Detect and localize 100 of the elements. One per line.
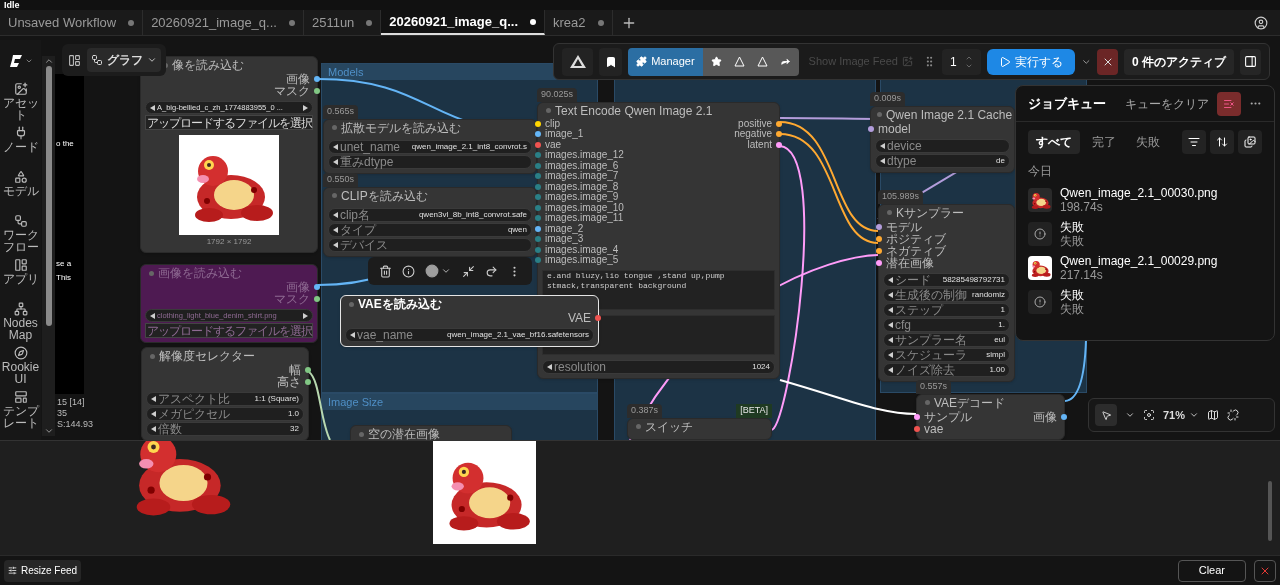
node-widget[interactable]: タイプ qwen: [328, 222, 532, 237]
job-item[interactable]: 失敗 失敗: [1028, 220, 1262, 248]
node-title: VAEデコード: [934, 396, 1006, 409]
clear-button[interactable]: Clear: [1177, 559, 1246, 582]
node-widget[interactable]: スケジューラ simpl: [883, 347, 1010, 362]
upload-button[interactable]: アップロードするファイルを選択: [145, 115, 313, 130]
port-label: 画像: [286, 281, 310, 293]
port-label: images.image_4: [545, 244, 619, 255]
workflow-tab[interactable]: 20260921_image_q...: [381, 10, 545, 35]
node-title: Kサンプラー: [896, 206, 964, 219]
port-label: ポジティブ: [886, 232, 946, 245]
node-widget[interactable]: デバイス: [328, 237, 532, 252]
job-name: 失敗: [1060, 220, 1084, 234]
port-label: images.image_6: [545, 160, 619, 171]
filter-tab[interactable]: 失敗: [1128, 130, 1168, 154]
port-label: vae: [924, 422, 944, 435]
section-label: 今日: [1027, 163, 1053, 180]
port-label: 潜在画像: [886, 256, 934, 269]
manager-button[interactable]: Manager: [628, 47, 703, 76]
port-label: 高さ: [277, 376, 301, 388]
job-item[interactable]: Qwen_image_2.1_00030.png 198.74s: [1028, 186, 1262, 214]
node-widget[interactable]: resolution 1024: [542, 359, 775, 374]
workflow-tab[interactable]: Unsaved Workflow: [0, 10, 144, 35]
node-title: 像を読み込む: [172, 59, 244, 71]
active-jobs-button[interactable]: 0 件のアクティブ: [1124, 48, 1235, 75]
group-title: Image Size: [322, 394, 597, 410]
port-label: サンプル: [924, 410, 972, 423]
zoom-dropdown[interactable]: 71%: [1163, 406, 1200, 424]
node-widget[interactable]: clip名 qwen3vl_8b_int8_convrot.safe: [328, 207, 532, 222]
node-widget[interactable]: dtype de: [875, 153, 1010, 168]
port-label: images.image_11: [545, 213, 624, 224]
node-title: VAEを読み込む: [358, 298, 442, 310]
sidebar-item[interactable]: NodesMap: [0, 302, 41, 346]
node-widget[interactable]: サンプラー名 eul: [883, 332, 1010, 347]
job-item[interactable]: Qwen_image_2.1_00029.png 217.14s: [1028, 254, 1262, 282]
filter-tab[interactable]: 完了: [1084, 130, 1124, 154]
sidebar-item[interactable]: RookieUI: [0, 346, 41, 390]
node-title: 拡散モデルを読み込む: [341, 121, 461, 134]
prompt-textarea[interactable]: e.and bluzy,lio tongue ,stand up,pump stmack,transparent background: [542, 269, 775, 310]
node-title: Text Encode Qwen Image 2.1: [555, 104, 713, 117]
node-title: Qwen Image 2.1 Cache: [886, 108, 1013, 121]
workflow-tab[interactable]: krea2: [545, 10, 613, 35]
node-widget[interactable]: unet_name qwen_image_2.1_int8_convrot.s: [328, 139, 532, 154]
port-label: images.image_10: [545, 202, 624, 213]
node-widget[interactable]: アスペクト比 1:1 (Square): [146, 392, 304, 406]
node-widget[interactable]: device: [875, 138, 1010, 153]
resize-feed-button[interactable]: Resize Feed: [4, 559, 82, 582]
run-button[interactable]: 実行する: [986, 48, 1075, 75]
node-widget[interactable]: 生成後の制御 randomiz: [883, 287, 1010, 302]
node-widget[interactable]: メガピクセル 1.0: [146, 407, 304, 421]
batch-count-field[interactable]: 1: [941, 48, 981, 75]
node-widget[interactable]: 倍数 32: [146, 422, 304, 436]
panel-text: This: [56, 272, 72, 284]
sidebar-item[interactable]: ノード: [0, 126, 41, 170]
node-widget[interactable]: 重みdtype: [328, 154, 532, 169]
port-label: vae: [545, 139, 562, 150]
stats-text: 15 [14]: [57, 397, 86, 408]
job-detail: 失敗: [1060, 234, 1084, 248]
port-label: images.image_9: [545, 192, 619, 203]
job-detail: 198.74s: [1060, 200, 1104, 214]
port-label: image_3: [545, 234, 584, 245]
port-label: negative: [734, 129, 772, 140]
port-label: image_1: [545, 129, 584, 140]
panel-text: se a: [56, 258, 72, 270]
port-label: image_2: [545, 223, 584, 234]
node-timing: 0.550s: [323, 173, 359, 187]
port-label: images.image_7: [545, 171, 619, 182]
job-name: 失敗: [1060, 288, 1084, 302]
workflow-tab[interactable]: 20260921_image_q...: [143, 10, 304, 35]
sidebar-item[interactable]: テンプレート: [0, 390, 41, 434]
node-widget[interactable]: vae_name qwen_image_2.1_vae_bf16.safetensors: [345, 328, 594, 342]
job-item[interactable]: 失敗 失敗: [1028, 288, 1262, 316]
graph-dropdown[interactable]: グラフ: [87, 48, 161, 72]
clear-queue-button[interactable]: キューをクリア: [1125, 94, 1209, 113]
panel-text: o the: [56, 138, 74, 150]
node-widget[interactable]: ステップ 1: [883, 302, 1010, 317]
panel-title: ジョブキュー: [1028, 94, 1106, 113]
node-widget[interactable]: ノイズ除去 1.00: [883, 362, 1010, 377]
sidebar-item[interactable]: モデル: [0, 170, 41, 214]
filter-tab[interactable]: すべて: [1028, 130, 1080, 154]
job-detail: 217.14s: [1060, 268, 1104, 282]
sidebar-item[interactable]: アセット: [0, 82, 41, 126]
node-timing: 0.387s: [627, 404, 663, 418]
node-timing: 0.557s: [916, 380, 952, 394]
node-title: CLIPを読み込む: [341, 189, 428, 202]
stats-text: 35: [57, 408, 68, 419]
port-label: 画像: [286, 73, 310, 85]
sidebar-item[interactable]: アプリ: [0, 258, 41, 302]
job-name: Qwen_image_2.1_00029.png: [1060, 254, 1218, 268]
node-widget[interactable]: cfg 1.: [883, 317, 1010, 332]
node-title: 解像度セレクター: [159, 350, 255, 362]
node-timing: 0.009s: [870, 92, 906, 106]
beta-badge: [BETA]: [736, 404, 772, 418]
upload-button[interactable]: アップロードするファイルを選択: [145, 323, 313, 338]
port-label: マスク: [274, 85, 310, 97]
image-size-label: 1792 × 1792: [205, 236, 253, 248]
port-label: images.image_12: [545, 150, 624, 161]
node-widget[interactable]: シード 58285498792731: [883, 272, 1010, 287]
sidebar-item[interactable]: ワークフロー: [0, 214, 41, 258]
port-label: 幅: [289, 364, 301, 376]
